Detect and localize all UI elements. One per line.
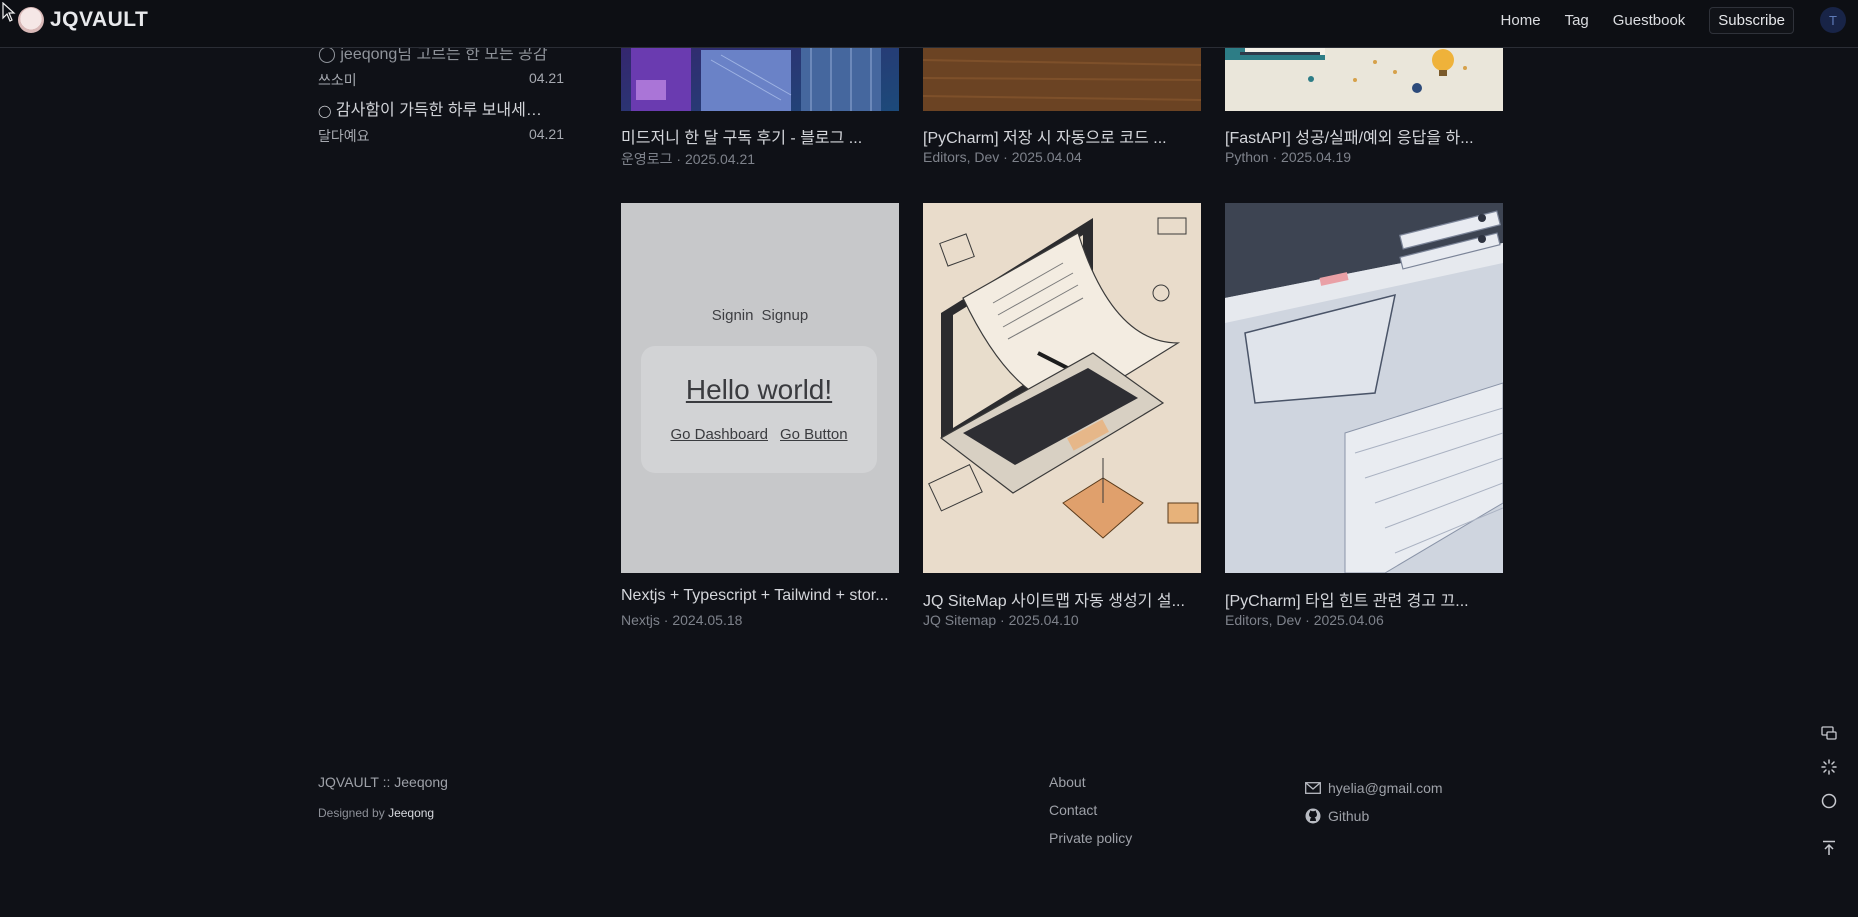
post-meta: Python · 2025.04.19 xyxy=(1225,149,1352,165)
mail-icon xyxy=(1305,782,1321,794)
email-link[interactable]: hyelia@gmail.com xyxy=(1305,774,1443,802)
post-meta: JQ Sitemap · 2025.04.10 xyxy=(923,612,1079,628)
footer-links: About Contact Private policy xyxy=(1049,774,1132,858)
laptop-document-thumbnail xyxy=(923,203,1201,573)
post-thumbnail[interactable] xyxy=(1225,203,1503,573)
comment-icon: ◯ xyxy=(318,104,332,118)
user-avatar[interactable]: T xyxy=(1820,7,1846,33)
footer-contact: hyelia@gmail.com Github xyxy=(1305,774,1443,830)
comment-float-icon[interactable] xyxy=(1818,722,1840,744)
comment-date: 04.21 xyxy=(528,126,564,142)
post-meta: Nextjs · 2024.05.18 xyxy=(621,612,743,628)
nav-guestbook[interactable]: Guestbook xyxy=(1613,12,1686,29)
logo-text: JQVAULT xyxy=(50,8,149,31)
logo-avatar xyxy=(18,7,44,33)
thumbnail-hello-box: Hello world! Go Dashboard Go Button xyxy=(641,346,877,473)
post-thumbnail[interactable]: Signin Signup Hello world! Go Dashboard Go… xyxy=(621,203,899,573)
post-meta: Editors, Dev · 2025.04.04 xyxy=(923,149,1082,165)
footer-about-link[interactable]: About xyxy=(1049,774,1132,802)
comment-text: jeeqong님 고르는 한 모든 공감 xyxy=(340,46,548,63)
post-title[interactable]: 미드저니 한 달 구독 후기 - 블로그 ... xyxy=(621,124,899,148)
comment-author: 쓰소미 xyxy=(318,72,357,88)
comment-icon: ◯ xyxy=(318,46,336,63)
designer-link[interactable]: Jeeqong xyxy=(388,806,434,820)
footer-brand: JQVAULT :: Jeeqong xyxy=(318,774,448,790)
nav-home[interactable]: Home xyxy=(1501,12,1541,29)
main-nav: Home Tag Guestbook Subscribe T xyxy=(1501,0,1858,40)
post-title[interactable]: [PyCharm] 저장 시 자동으로 코드 ... xyxy=(923,124,1201,148)
post-thumbnail[interactable] xyxy=(923,203,1201,573)
laptop-closeup-thumbnail xyxy=(1225,203,1503,573)
post-title[interactable]: Nextjs + Typescript + Tailwind + stor... xyxy=(621,587,899,605)
cursor-icon xyxy=(2,2,16,22)
scroll-top-icon[interactable] xyxy=(1818,837,1840,859)
site-logo[interactable]: JQVAULT xyxy=(18,7,148,33)
site-header: JQVAULT Home Tag Guestbook Subscribe T xyxy=(0,0,1858,48)
comment-text: 감사함이 가득한 하루 보내세요! ... xyxy=(335,102,554,119)
thumbnail-auth-links: Signin Signup xyxy=(711,307,809,324)
footer-contact-link[interactable]: Contact xyxy=(1049,802,1132,830)
post-meta: Editors, Dev · 2025.04.06 xyxy=(1225,612,1384,628)
footer-privacy-link[interactable]: Private policy xyxy=(1049,830,1132,858)
post-title[interactable]: JQ SiteMap 사이트맵 자동 생성기 설... xyxy=(923,587,1201,611)
github-icon xyxy=(1305,808,1321,824)
comment-date: 04.21 xyxy=(528,70,564,86)
comment-author: 달다예요 xyxy=(318,128,370,144)
github-link[interactable]: Github xyxy=(1305,802,1443,830)
theme-icon[interactable] xyxy=(1818,790,1840,812)
post-title[interactable]: [PyCharm] 타입 힌트 관련 경고 끄... xyxy=(1225,587,1503,611)
loading-icon[interactable] xyxy=(1818,756,1840,778)
nav-tag[interactable]: Tag xyxy=(1565,12,1589,29)
post-meta: 운영로그 · 2025.04.21 xyxy=(621,151,756,167)
comment-item[interactable]: ◯ 감사함이 가득한 하루 보내세요! ... 달다예요 04.21 xyxy=(318,96,564,146)
post-title[interactable]: [FastAPI] 성공/실패/예외 응답을 하... xyxy=(1225,124,1503,148)
footer-designed-by: Designed by Jeeqong xyxy=(318,806,435,820)
subscribe-button[interactable]: Subscribe xyxy=(1709,6,1794,34)
